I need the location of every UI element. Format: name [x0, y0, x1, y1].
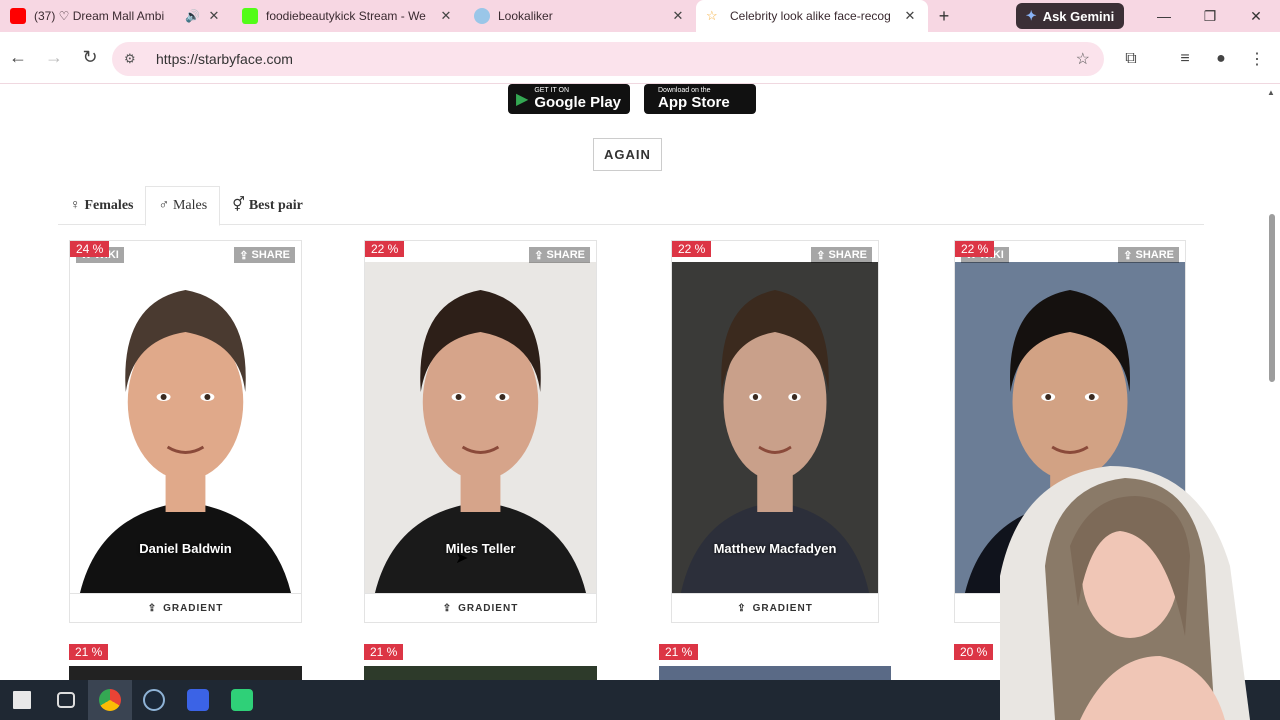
- match-percent-badge: 24 %: [70, 241, 110, 257]
- gradient-button[interactable]: ⇪GRADIENT: [672, 593, 878, 623]
- kick-icon: [242, 8, 258, 24]
- share-icon: ⇪: [239, 249, 249, 262]
- app-store-button[interactable]: Download on the App Store: [644, 84, 756, 114]
- match-percent-badge: 22 %: [365, 241, 405, 257]
- celebrity-card[interactable]: 24 %WWIKI⇪SHAREDaniel Baldwin⇪GRADIENT: [69, 240, 302, 623]
- share-button[interactable]: ⇪ SHARE: [811, 247, 872, 263]
- browser-tab[interactable]: Lookaliker ✕: [464, 0, 696, 32]
- youtube-icon: [10, 8, 26, 24]
- celebrity-card[interactable]: 21 %: [364, 644, 597, 680]
- pair-icon: ⚥: [232, 198, 245, 213]
- media-controls-icon[interactable]: ≡: [1168, 42, 1202, 76]
- share-icon: ⇪: [147, 603, 158, 614]
- webcam-overlay: [960, 456, 1280, 720]
- forward-icon[interactable]: →: [36, 40, 72, 76]
- url-text: https://starbyface.com: [156, 51, 293, 67]
- match-percent-badge: 21 %: [69, 644, 109, 660]
- ask-gemini-button[interactable]: ✦ Ask Gemini: [1016, 3, 1124, 29]
- celebrity-card[interactable]: 22 % ⇪ SHARE Matthew Macfadyen ⇪ GRADIENT: [671, 240, 879, 623]
- celebrity-name: Matthew Macfadyen: [713, 541, 837, 556]
- google-play-button[interactable]: ▶ GET IT ON Google Play: [508, 84, 630, 114]
- close-tab-icon[interactable]: ✕: [438, 8, 454, 24]
- app-taskbar-icon[interactable]: [176, 680, 220, 720]
- share-button[interactable]: ⇪ SHARE: [1118, 247, 1179, 263]
- celebrity-card[interactable]: 21 %: [69, 644, 302, 680]
- speaker-icon[interactable]: 🔊: [185, 9, 200, 23]
- browser-tab[interactable]: (37) ♡ Dream Mall Ambi 🔊 ✕: [0, 0, 232, 32]
- gradient-button[interactable]: ⇪GRADIENT: [70, 593, 301, 623]
- reload-icon[interactable]: ↻: [72, 40, 108, 76]
- celebrity-name: Miles Teller: [445, 541, 516, 556]
- extensions-icon[interactable]: ⧉: [1114, 42, 1148, 76]
- gemini-sparkle-icon: ✦: [1025, 8, 1037, 23]
- back-icon[interactable]: ←: [0, 40, 36, 76]
- female-icon: ♀: [70, 197, 81, 213]
- browser-tab-active[interactable]: ☆ Celebrity look alike face-recog ✕: [696, 0, 928, 32]
- menu-kebab-icon[interactable]: ⋮: [1240, 42, 1274, 76]
- scrollbar-thumb[interactable]: [1269, 214, 1275, 382]
- match-percent-badge: 22 %: [955, 241, 995, 257]
- globe-icon: [474, 8, 490, 24]
- minimize-icon[interactable]: —: [1141, 0, 1187, 32]
- gender-tabs: ♀ Females ♂ Males ⚥ Best pair: [58, 186, 1204, 226]
- bookmark-star-icon[interactable]: ☆: [1076, 49, 1090, 69]
- tab-females[interactable]: ♀ Females: [58, 186, 145, 225]
- close-tab-icon[interactable]: ✕: [902, 8, 918, 24]
- celebrity-card[interactable]: 21 %: [659, 644, 891, 680]
- close-tab-icon[interactable]: ✕: [670, 8, 686, 24]
- profile-avatar[interactable]: ●: [1204, 42, 1238, 76]
- share-icon: ⇪: [534, 249, 544, 262]
- browser-tab[interactable]: foodiebeautykick Stream - We ✕: [232, 0, 464, 32]
- share-icon: ⇪: [1123, 249, 1133, 262]
- restore-icon[interactable]: ❐: [1187, 0, 1233, 32]
- window-close-icon[interactable]: ✕: [1233, 0, 1279, 32]
- star-favicon-icon: ☆: [706, 8, 718, 23]
- chrome-taskbar-icon[interactable]: [88, 680, 132, 720]
- site-info-icon[interactable]: ⚙: [124, 51, 148, 67]
- share-button[interactable]: ⇪ SHARE: [529, 247, 590, 263]
- match-percent-badge: 21 %: [364, 644, 404, 660]
- close-tab-icon[interactable]: ✕: [206, 8, 222, 24]
- address-bar[interactable]: ⚙ https://starbyface.com ☆: [112, 42, 1104, 76]
- share-icon: ⇪: [442, 603, 453, 614]
- share-button[interactable]: ⇪ SHARE: [234, 247, 295, 263]
- mouse-cursor-icon: ➤: [455, 550, 469, 567]
- celebrity-card[interactable]: 22 % ⇪ SHARE Miles Teller ⇪ GRADIENT: [364, 240, 597, 623]
- task-view-icon[interactable]: [44, 680, 88, 720]
- scroll-up-icon[interactable]: ▲: [1267, 88, 1275, 97]
- play-store-icon: ▶: [516, 91, 529, 108]
- windows-start-icon[interactable]: [0, 680, 44, 720]
- share-icon: ⇪: [737, 603, 747, 614]
- male-icon: ♂: [158, 198, 169, 213]
- share-icon: ⇪: [816, 249, 826, 262]
- new-tab-button[interactable]: +: [928, 0, 960, 32]
- celebrity-name: Daniel Baldwin: [139, 541, 232, 556]
- tab-males[interactable]: ♂ Males: [145, 186, 221, 226]
- game-taskbar-icon[interactable]: [220, 680, 264, 720]
- browser-toolbar: ← → ↻ ⚙ https://starbyface.com ☆ ⧉ ≡ ● ⋮: [0, 32, 1280, 84]
- match-percent-badge: 21 %: [659, 644, 699, 660]
- again-button[interactable]: AGAIN: [593, 138, 662, 171]
- gradient-button[interactable]: ⇪GRADIENT: [365, 593, 596, 623]
- steam-taskbar-icon[interactable]: [132, 680, 176, 720]
- match-percent-badge: 22 %: [672, 241, 712, 257]
- tab-best-pair[interactable]: ⚥ Best pair: [220, 186, 315, 225]
